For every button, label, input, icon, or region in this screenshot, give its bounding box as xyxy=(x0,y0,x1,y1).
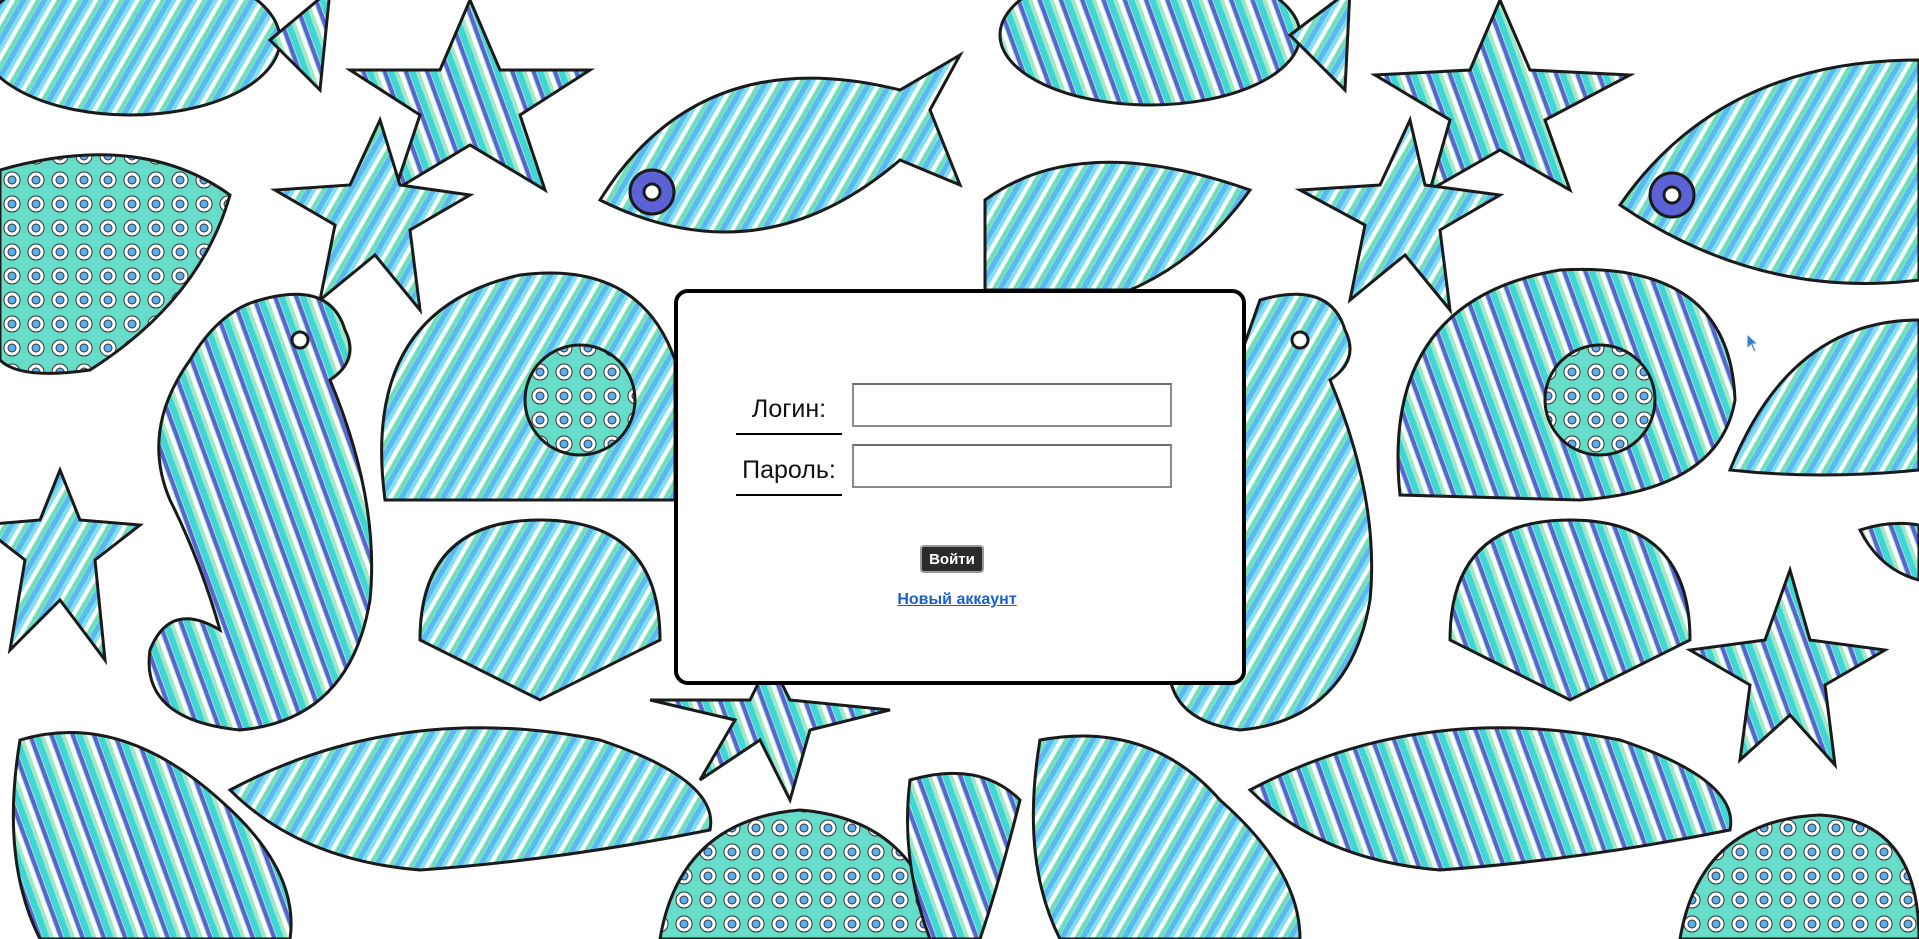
starfish-icon xyxy=(0,465,144,666)
seashell-icon xyxy=(1857,521,1919,582)
conch-shell-icon xyxy=(380,271,677,502)
fish-icon xyxy=(1617,58,1919,285)
seashell-icon xyxy=(0,153,232,375)
new-account-link[interactable]: Новый аккаунт xyxy=(896,591,1018,609)
login-button[interactable]: Войти xyxy=(920,545,984,573)
fish-icon xyxy=(597,50,964,234)
seahorse-icon xyxy=(147,292,374,732)
mouse-pointer-icon xyxy=(1746,332,1760,358)
seashell-icon xyxy=(11,731,293,939)
login-label: Логин: xyxy=(736,383,842,435)
conch-shell-icon xyxy=(227,726,713,872)
password-row: Пароль: xyxy=(736,444,1196,500)
login-card: Логин: Пароль: Войти Новый аккаунт xyxy=(674,289,1246,685)
fish-icon xyxy=(0,0,331,117)
scallop-shell-icon xyxy=(1448,518,1692,702)
scallop-shell-icon xyxy=(418,518,662,702)
starfish-icon xyxy=(1685,565,1890,770)
seashell-icon xyxy=(906,771,1022,939)
login-row: Логин: xyxy=(736,383,1196,439)
fish-icon xyxy=(998,0,1352,107)
password-label: Пароль: xyxy=(736,444,842,496)
seashell-icon xyxy=(1031,734,1302,939)
seashell-icon xyxy=(983,160,1253,292)
password-input[interactable] xyxy=(852,444,1172,488)
conch-shell-icon xyxy=(1247,726,1733,872)
login-input[interactable] xyxy=(852,383,1172,427)
